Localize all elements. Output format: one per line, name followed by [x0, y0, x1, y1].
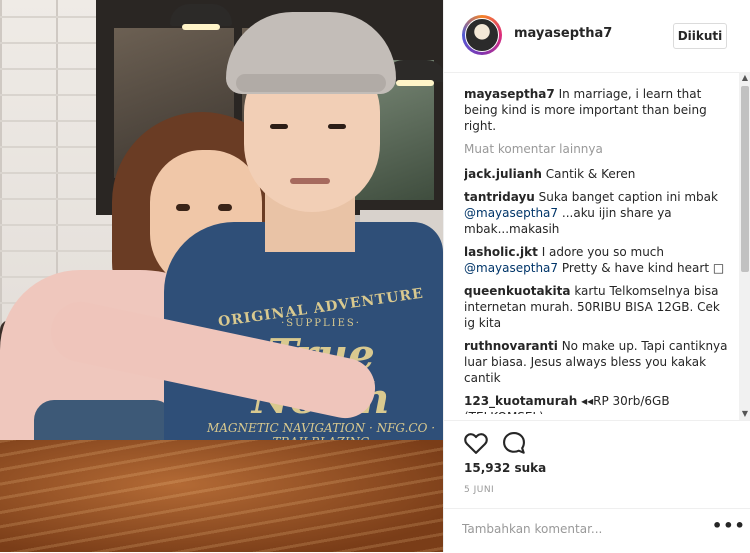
- post-header: mayaseptha7 Diikuti: [444, 0, 750, 73]
- comment-item: queenkuotakita kartu Telkomselnya bisa i…: [464, 283, 732, 331]
- comments-list[interactable]: mayaseptha7 In marriage, i learn that be…: [464, 86, 732, 414]
- likes-count[interactable]: 15,932 suka: [464, 461, 546, 475]
- avatar[interactable]: [462, 15, 502, 55]
- scroll-up-arrow-icon[interactable]: ▲: [739, 72, 750, 84]
- comment-username[interactable]: tantridayu: [464, 190, 535, 204]
- comment-item: ruthnovaranti No make up. Tapi cantiknya…: [464, 338, 732, 386]
- comment-username[interactable]: queenkuotakita: [464, 284, 570, 298]
- caption: mayaseptha7 In marriage, i learn that be…: [464, 86, 732, 134]
- comment-text: Pretty & have kind heart □: [561, 261, 725, 275]
- add-comment-input[interactable]: [462, 517, 702, 541]
- ceiling-lamp: [170, 4, 232, 30]
- instagram-post-modal: ORIGINAL ADVENTURE ·SUPPLIES· True North…: [0, 0, 750, 552]
- comment-text: I adore you so much: [541, 245, 665, 259]
- comment-username[interactable]: lasholic.jkt: [464, 245, 538, 259]
- comment-item: 123_kuotamurah ◂◂RP 30rb/6GB (TELKOMSEL): [464, 393, 732, 414]
- avatar-image: [465, 18, 499, 52]
- caption-username[interactable]: mayaseptha7: [464, 87, 555, 101]
- post-side-panel: mayaseptha7 Diikuti mayaseptha7 In marri…: [443, 0, 750, 552]
- comment-item: jack.julianh Cantik & Keren: [464, 166, 732, 182]
- comment-username[interactable]: jack.julianh: [464, 167, 542, 181]
- mention-link[interactable]: @mayaseptha7: [464, 206, 558, 220]
- wooden-table: [0, 440, 443, 552]
- comment-text: Suka banget caption ini mbak: [538, 190, 718, 204]
- comment-item: tantridayu Suka banget caption ini mbak …: [464, 189, 732, 237]
- comment-item: lasholic.jkt I adore you so much @mayase…: [464, 244, 732, 276]
- post-actions: 15,932 suka 5 JUNI: [444, 420, 750, 521]
- comment-bubble-icon[interactable]: [500, 429, 528, 457]
- comment-username[interactable]: 123_kuotamurah: [464, 394, 577, 408]
- add-comment-bar: •••: [444, 508, 750, 553]
- post-date[interactable]: 5 JUNI: [464, 485, 494, 495]
- scroll-down-arrow-icon[interactable]: ▼: [739, 408, 750, 420]
- load-more-comments-link[interactable]: Muat komentar lainnya: [464, 141, 732, 157]
- comment-username[interactable]: ruthnovaranti: [464, 339, 558, 353]
- comment-text: Cantik & Keren: [545, 167, 636, 181]
- more-options-icon[interactable]: •••: [712, 518, 745, 539]
- heart-icon[interactable]: [462, 429, 490, 457]
- comments-scrollbar[interactable]: ▲ ▼: [739, 72, 750, 420]
- header-username[interactable]: mayaseptha7: [514, 26, 612, 41]
- scroll-thumb[interactable]: [741, 86, 749, 272]
- mention-link[interactable]: @mayaseptha7: [464, 261, 558, 275]
- following-button[interactable]: Diikuti: [673, 23, 727, 49]
- post-photo[interactable]: ORIGINAL ADVENTURE ·SUPPLIES· True North…: [0, 0, 443, 552]
